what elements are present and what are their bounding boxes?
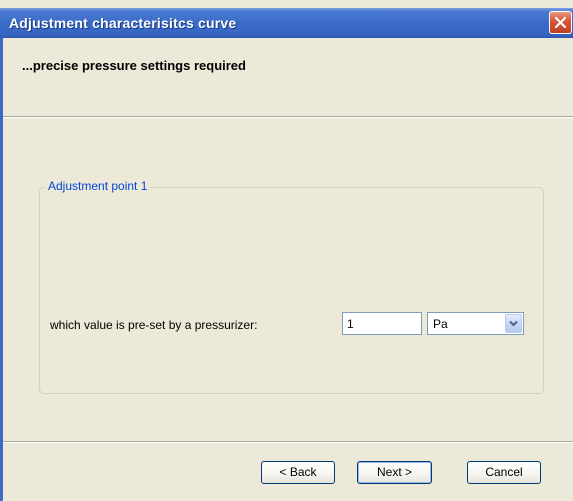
chevron-down-icon: [509, 320, 518, 327]
adjustment-point-group: [39, 187, 544, 394]
title-bar[interactable]: Adjustment characterisitcs curve: [0, 8, 573, 38]
close-icon: [555, 17, 566, 28]
unit-select[interactable]: Pa: [427, 312, 524, 335]
next-button[interactable]: Next >: [357, 461, 432, 484]
pressure-value-label: which value is pre-set by a pressurizer:: [50, 318, 258, 332]
header-divider: [3, 116, 573, 118]
group-legend: Adjustment point 1: [45, 179, 151, 193]
window-title: Adjustment characterisitcs curve: [9, 15, 237, 31]
footer-divider: [3, 441, 573, 443]
pressure-value-input[interactable]: [342, 312, 422, 335]
back-button[interactable]: < Back: [261, 461, 335, 484]
wizard-dialog: Adjustment characterisitcs curve ...prec…: [0, 0, 573, 501]
unit-dropdown-button[interactable]: [505, 314, 522, 333]
close-button[interactable]: [549, 11, 572, 34]
wizard-header: ...precise pressure settings required: [3, 38, 573, 116]
header-text: ...precise pressure settings required: [22, 58, 246, 73]
cancel-button[interactable]: Cancel: [467, 461, 541, 484]
unit-select-value: Pa: [433, 317, 448, 331]
